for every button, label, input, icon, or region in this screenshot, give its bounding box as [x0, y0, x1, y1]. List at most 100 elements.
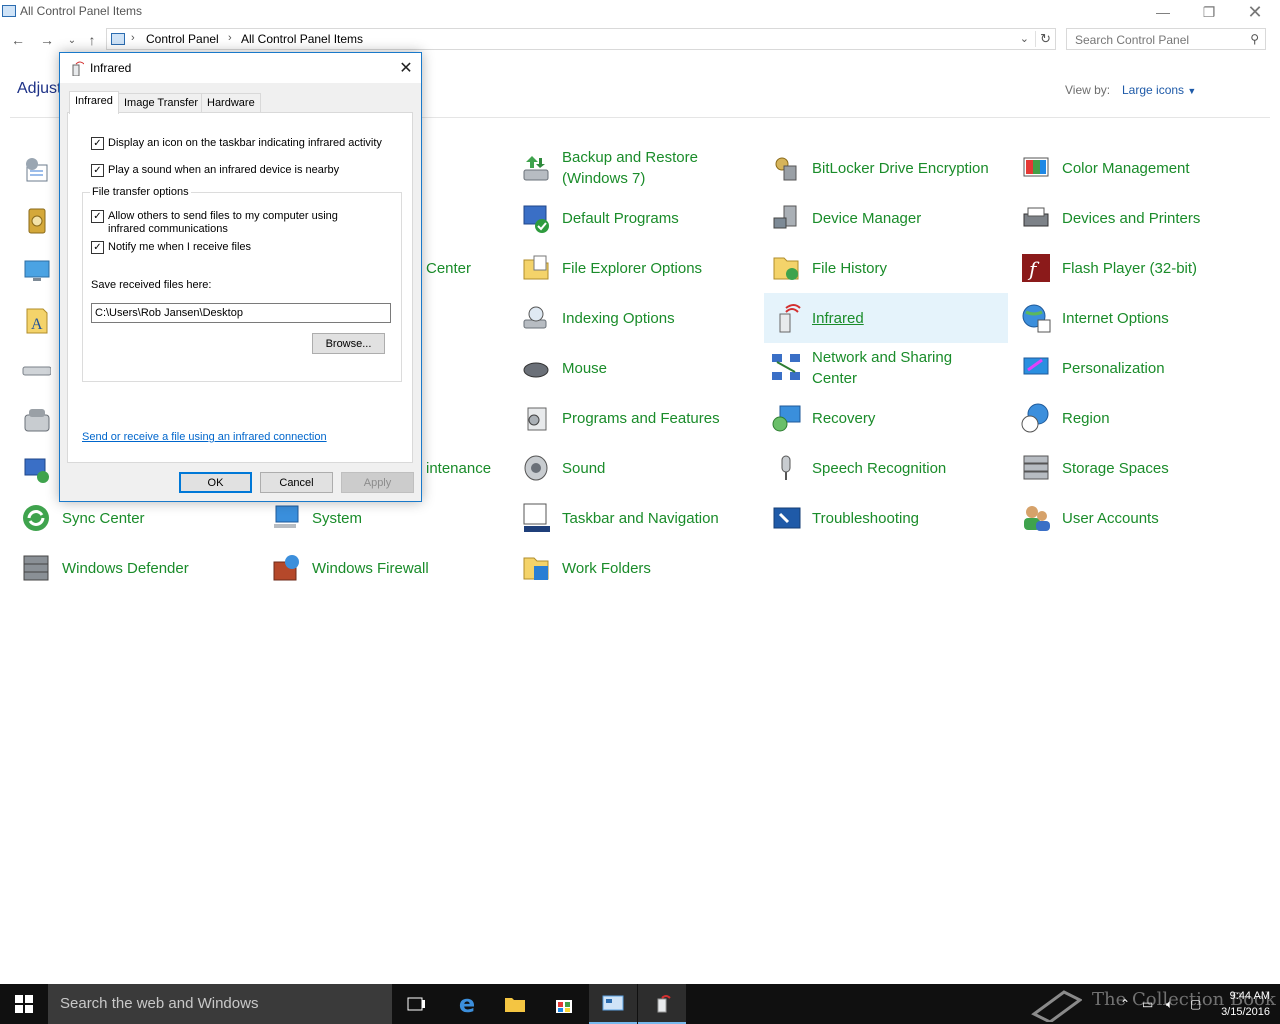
list-item-work-folders[interactable]: Work Folders [514, 543, 758, 593]
checkbox-label: Notify me when I receive files [108, 241, 252, 253]
sound-icon [520, 452, 552, 484]
personalization-icon [1020, 352, 1052, 384]
clock[interactable]: 9:44 AM 3/15/2016 [1221, 988, 1270, 1020]
list-item-windows-defender[interactable]: Windows Defender [14, 543, 258, 593]
edge-browser-icon[interactable]: e [443, 984, 491, 1024]
address-dropdown-icon[interactable]: ⌄ [1020, 32, 1029, 45]
action-center-icon[interactable]: ▢ [1190, 984, 1201, 1024]
checkmark-icon[interactable]: ✓ [91, 210, 104, 223]
list-item-file-explorer-options[interactable]: File Explorer Options [514, 243, 758, 293]
item-label: Recovery [812, 409, 876, 427]
printer-icon [1020, 202, 1052, 234]
fonts-icon: A [20, 304, 52, 336]
control-panel-taskbar-icon[interactable] [589, 984, 637, 1024]
taskbar-search-input[interactable]: Search the web and Windows [48, 984, 392, 1024]
store-icon[interactable] [540, 984, 588, 1024]
restore-button[interactable]: ❐ [1186, 0, 1232, 24]
item-label: Sound [562, 459, 606, 477]
tab-image-transfer[interactable]: Image Transfer [118, 93, 204, 113]
taskbar: Search the web and Windows e The Collect… [0, 984, 1280, 1024]
list-item-taskbar[interactable]: Taskbar and Navigation [514, 493, 758, 543]
checkbox-label: Play a sound when an infrared device is … [108, 164, 340, 176]
file-explorer-icon[interactable] [491, 984, 539, 1024]
checkmark-icon[interactable]: ✓ [91, 164, 104, 177]
item-label: Infrared [812, 309, 864, 327]
item-label: Internet Options [1062, 309, 1169, 327]
phone-modem-icon [20, 404, 52, 436]
address-bar[interactable]: › Control Panel › All Control Panel Item… [106, 28, 1056, 50]
list-item-internet-options[interactable]: Internet Options [1014, 293, 1258, 343]
recent-locations-chevron-icon[interactable]: ⌄ [62, 30, 82, 50]
send-receive-link[interactable]: Send or receive a file using an infrared… [82, 431, 327, 443]
show-hidden-icons-chevron-icon[interactable]: ⌃ [1120, 984, 1130, 1024]
browse-button[interactable]: Browse... [312, 333, 385, 354]
minimize-button[interactable]: — [1140, 0, 1186, 24]
apply-button[interactable]: Apply [341, 472, 414, 493]
breadcrumb-control-panel[interactable]: Control Panel [146, 32, 219, 46]
item-label: Speech Recognition [812, 459, 947, 477]
list-item-region[interactable]: Region [1014, 393, 1258, 443]
backup-icon [520, 152, 552, 184]
list-item-color-management[interactable]: Color Management [1014, 143, 1258, 193]
list-item-bitlocker[interactable]: BitLocker Drive Encryption [764, 143, 1008, 193]
list-item-devices-printers[interactable]: Devices and Printers [1014, 193, 1258, 243]
item-label: Personalization [1062, 359, 1165, 377]
list-item-infrared[interactable]: Infrared [764, 293, 1008, 343]
dropdown-caret-icon: ▼ [1187, 86, 1197, 96]
checkmark-icon[interactable]: ✓ [91, 137, 104, 150]
list-item-device-manager[interactable]: Device Manager [764, 193, 1008, 243]
list-item-windows-firewall[interactable]: Windows Firewall [264, 543, 508, 593]
user-accounts-icon [1020, 502, 1052, 534]
list-item-speech[interactable]: Speech Recognition [764, 443, 1008, 493]
breadcrumb-separator-icon[interactable]: › [228, 32, 232, 44]
keyboard-icon [20, 354, 52, 386]
device-manager-icon [770, 202, 802, 234]
item-label: Backup and Restore (Windows 7) [562, 149, 698, 187]
list-item-sound[interactable]: Sound [514, 443, 758, 493]
list-item-storage-spaces[interactable]: Storage Spaces [1014, 443, 1258, 493]
view-by-dropdown[interactable]: Large icons ▼ [1122, 83, 1196, 97]
tab-hardware[interactable]: Hardware [201, 93, 261, 113]
list-item-programs-features[interactable]: Programs and Features [514, 393, 758, 443]
task-view-icon[interactable] [392, 984, 440, 1024]
list-item-indexing[interactable]: Indexing Options [514, 293, 758, 343]
start-button[interactable] [0, 984, 48, 1024]
recovery-icon [770, 402, 802, 434]
autoplay-icon [20, 204, 52, 236]
refresh-icon[interactable]: ↻ [1035, 31, 1051, 47]
list-item-recovery[interactable]: Recovery [764, 393, 1008, 443]
list-item-user-accounts[interactable]: User Accounts [1014, 493, 1258, 543]
search-icon[interactable]: ⚲ [1250, 32, 1259, 46]
list-item-personalization[interactable]: Personalization [1014, 343, 1258, 393]
forward-arrow-icon[interactable]: → [37, 30, 57, 50]
list-item-backup[interactable]: Backup and Restore (Windows 7) [514, 143, 758, 193]
taskbar-icon [520, 502, 552, 534]
item-label: Default Programs [562, 209, 679, 227]
up-arrow-icon[interactable]: ↑ [82, 30, 102, 50]
dialog-close-button[interactable]: ✕ [391, 53, 421, 83]
ok-button[interactable]: OK [179, 472, 252, 493]
breadcrumb-all-items[interactable]: All Control Panel Items [241, 32, 363, 46]
list-item-network[interactable]: Network and Sharing Center [764, 343, 1008, 393]
back-arrow-icon[interactable]: ← [8, 30, 28, 50]
close-button[interactable]: ✕ [1232, 0, 1278, 24]
list-item-troubleshooting[interactable]: Troubleshooting [764, 493, 1008, 543]
breadcrumb-separator-icon[interactable]: › [131, 32, 135, 44]
volume-icon[interactable]: 🔈︎ [1166, 984, 1173, 1024]
troubleshooting-icon [770, 502, 802, 534]
window-title: All Control Panel Items [20, 4, 143, 18]
checkmark-icon[interactable]: ✓ [91, 241, 104, 254]
item-label: User Accounts [1062, 509, 1159, 527]
cancel-button[interactable]: Cancel [260, 472, 333, 493]
tab-infrared[interactable]: Infrared [69, 91, 119, 114]
folder-options-icon [520, 252, 552, 284]
list-item-default-programs[interactable]: Default Programs [514, 193, 758, 243]
search-input[interactable]: Search Control Panel ⚲ [1066, 28, 1266, 50]
save-path-field[interactable]: C:\Users\Rob Jansen\Desktop [91, 303, 391, 323]
list-item-file-history[interactable]: File History [764, 243, 1008, 293]
network-tray-icon[interactable]: ▭ [1142, 984, 1153, 1024]
item-label: Device Manager [812, 209, 922, 227]
infrared-taskbar-icon[interactable] [638, 984, 686, 1024]
list-item-flash-player[interactable]: f Flash Player (32-bit) [1014, 243, 1258, 293]
list-item-mouse[interactable]: Mouse [514, 343, 758, 393]
